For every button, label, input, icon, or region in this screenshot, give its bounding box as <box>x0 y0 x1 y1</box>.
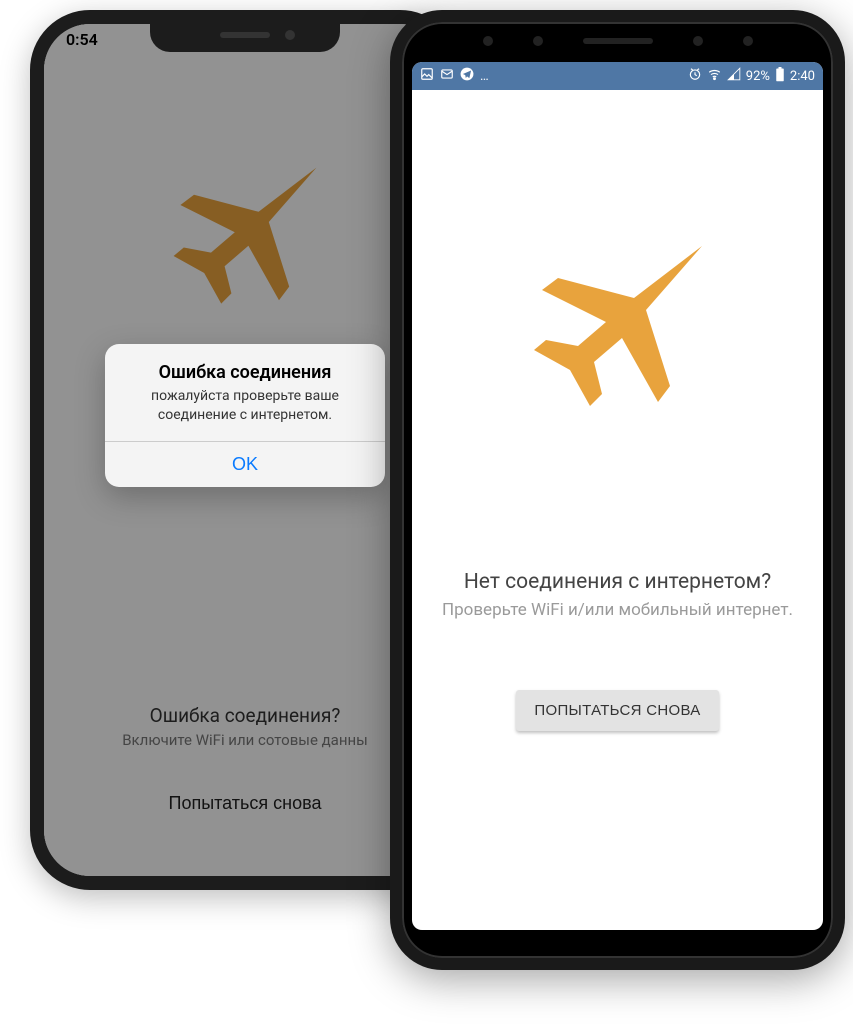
image-icon <box>420 67 434 85</box>
battery-icon <box>775 67 785 86</box>
android-sensors <box>402 36 833 56</box>
telegram-icon <box>460 67 474 85</box>
status-time: 2:40 <box>790 69 815 84</box>
retry-button[interactable]: ПОПЫТАТЬСЯ СНОВА <box>516 690 718 731</box>
status-right: 92% 2:40 <box>688 67 815 86</box>
android-screen: … 92% 2:40 <box>412 62 823 930</box>
iphone-notch <box>150 22 340 52</box>
airplane-icon <box>518 210 718 450</box>
more-icon: … <box>480 69 489 84</box>
signal-icon <box>727 67 741 85</box>
error-subtitle: Проверьте WiFi и/или мобильный интернет. <box>442 600 793 620</box>
android-content: Нет соединения с интернетом? Проверьте W… <box>412 90 823 930</box>
alert-title: Ошибка соединения <box>105 344 385 387</box>
battery-percent: 92% <box>746 69 770 84</box>
alert-message: пожалуйста проверьте ваше соединение с и… <box>105 387 385 441</box>
alert-ok-button[interactable]: OK <box>105 442 385 487</box>
status-left: … <box>420 67 489 85</box>
error-title: Нет соединения с интернетом? <box>464 570 771 594</box>
alert-dialog: Ошибка соединения пожалуйста проверьте в… <box>105 344 385 487</box>
iphone-screen: 0:54 Ошибка соединения? Включите WiFi ил… <box>44 24 446 876</box>
wifi-icon <box>707 67 722 85</box>
android-statusbar: … 92% 2:40 <box>412 62 823 90</box>
mail-icon <box>440 67 454 85</box>
android-device: … 92% 2:40 <box>390 10 845 970</box>
alarm-icon <box>688 67 702 85</box>
